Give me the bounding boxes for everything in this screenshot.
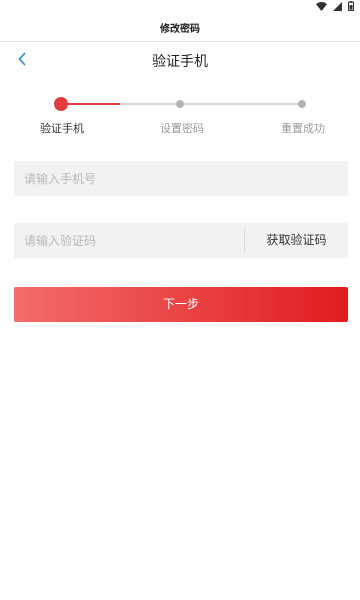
wifi-icon <box>316 1 327 11</box>
header-divider <box>0 41 360 42</box>
page-title: 验证手机 <box>152 54 208 70</box>
verification-code-input[interactable] <box>24 223 244 258</box>
status-bar <box>0 0 360 14</box>
code-field: 获取验证码 <box>14 223 348 258</box>
get-code-button[interactable]: 获取验证码 <box>245 223 348 258</box>
status-icons <box>316 1 354 11</box>
phone-input[interactable] <box>24 161 338 196</box>
step-label-set-password: 设置密码 <box>160 122 204 135</box>
step-label-reset-success: 重置成功 <box>281 122 325 135</box>
battery-icon <box>348 1 354 11</box>
progress-track-active <box>61 103 120 105</box>
step-dot-2 <box>176 100 184 108</box>
next-button[interactable]: 下一步 <box>14 287 348 322</box>
step-dot-1 <box>54 97 68 111</box>
step-dot-3 <box>298 100 306 108</box>
step-progress: 验证手机 设置密码 重置成功 <box>0 92 360 140</box>
progress-track-inactive <box>120 103 302 105</box>
signal-icon <box>333 1 342 11</box>
phone-field <box>14 161 348 196</box>
step-label-verify-phone: 验证手机 <box>40 122 84 135</box>
window-title: 修改密码 <box>160 24 200 35</box>
